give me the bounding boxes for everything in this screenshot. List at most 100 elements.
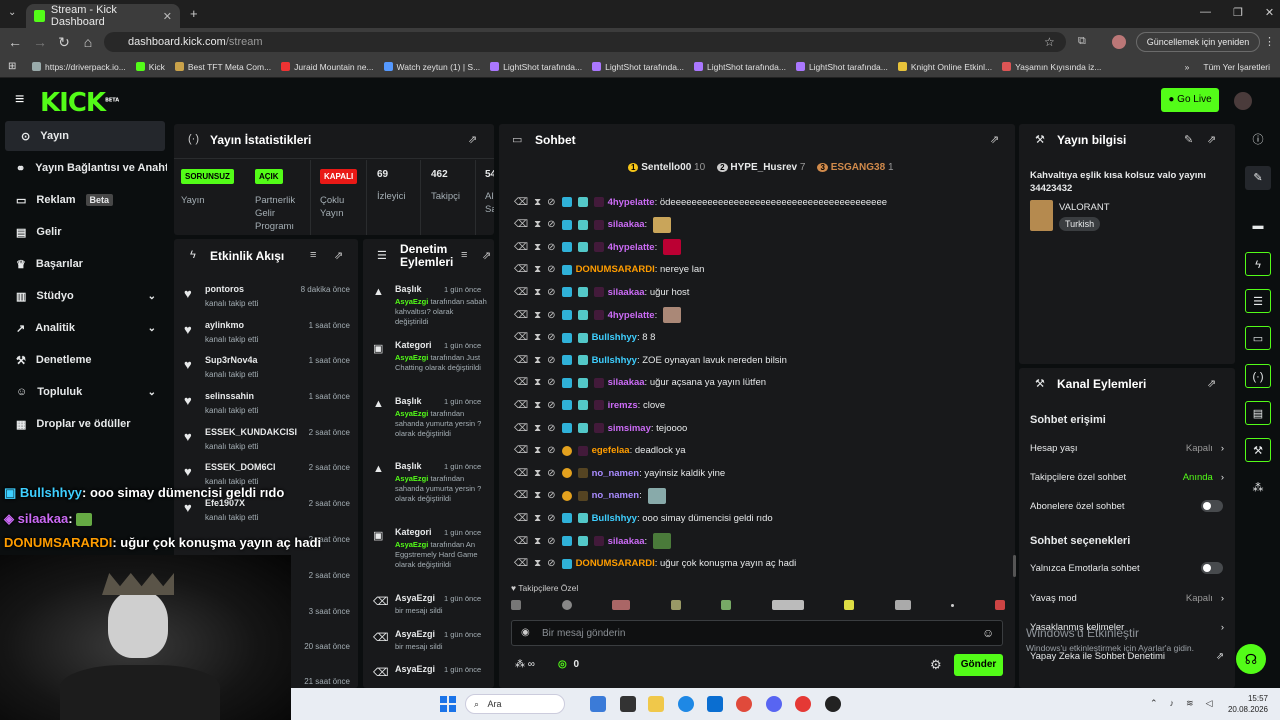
ban-icon[interactable]: ⊘ bbox=[547, 287, 555, 298]
delete-icon[interactable]: ⌫ bbox=[514, 355, 528, 366]
chat-username[interactable]: egefelaa bbox=[592, 445, 630, 456]
timeout-icon[interactable]: ⧗ bbox=[534, 355, 541, 366]
chat-username[interactable]: DONUMSARARDI bbox=[576, 264, 655, 275]
maximize-icon[interactable]: ❐ bbox=[1233, 6, 1243, 19]
taskbar-app-icon[interactable] bbox=[620, 696, 636, 712]
ban-icon[interactable]: ⊘ bbox=[547, 400, 555, 411]
delete-icon[interactable]: ⌫ bbox=[514, 310, 528, 321]
bookmark[interactable]: Watch zeytun (1) | S... bbox=[383, 62, 480, 72]
filter-icon[interactable]: ≡ bbox=[461, 249, 467, 261]
bookmark[interactable]: https://driverpack.io... bbox=[32, 62, 126, 72]
sidebar-item-drops[interactable]: ▦ Droplar ve ödüller bbox=[0, 409, 170, 439]
emoji-icon[interactable]: ☺ bbox=[982, 626, 994, 640]
timeout-icon[interactable]: ⧗ bbox=[534, 423, 541, 434]
ban-icon[interactable]: ⊘ bbox=[547, 242, 555, 253]
timeout-icon[interactable]: ⧗ bbox=[534, 310, 541, 321]
hamburger-menu-icon[interactable]: ≡ bbox=[15, 91, 24, 109]
emote-only-toggle[interactable] bbox=[1201, 562, 1223, 574]
profile-avatar[interactable] bbox=[1112, 35, 1126, 49]
sidebar-item-stream[interactable]: ⊙ Yayın bbox=[5, 121, 165, 151]
kick-logo[interactable]: KICKBETA bbox=[40, 88, 119, 118]
timeout-icon[interactable]: ⧗ bbox=[534, 242, 541, 253]
ban-icon[interactable]: ⊘ bbox=[547, 377, 555, 388]
home-icon[interactable]: ⌂ bbox=[79, 33, 97, 51]
list-icon[interactable]: ☰ bbox=[1245, 289, 1271, 313]
all-bookmarks[interactable]: Tüm Yer İşaretleri bbox=[1203, 62, 1270, 72]
emote[interactable] bbox=[894, 600, 911, 610]
moderation-user[interactable]: AsyaEzgi bbox=[395, 353, 428, 362]
emote[interactable] bbox=[994, 600, 1005, 610]
taskbar-app-icon[interactable] bbox=[590, 696, 606, 712]
slow-mode-row[interactable]: Yavaş mod Kapalı › bbox=[1030, 593, 1224, 604]
edge-icon[interactable] bbox=[678, 696, 694, 712]
extensions-icon[interactable]: ⧉ bbox=[1078, 35, 1086, 48]
reload-icon[interactable]: ↻ bbox=[55, 33, 73, 51]
chat-input[interactable]: ◉ Bir mesaj gönderin ☺ bbox=[511, 620, 1003, 646]
moderation-user[interactable]: AsyaEzgi bbox=[395, 409, 428, 418]
broadcast-icon[interactable]: (·) bbox=[1245, 364, 1271, 388]
sidebar-item-community[interactable]: ☺ Topluluk ⌄ bbox=[0, 377, 170, 407]
chat-username[interactable]: 4hypelatte bbox=[608, 242, 655, 253]
ban-icon[interactable]: ⊘ bbox=[547, 219, 555, 230]
moderation-user[interactable]: AsyaEzgi bbox=[395, 540, 428, 549]
chat-username[interactable]: no_namen bbox=[592, 468, 640, 479]
timeout-icon[interactable]: ⧗ bbox=[534, 490, 541, 501]
emote[interactable] bbox=[561, 600, 572, 610]
back-icon[interactable]: ← bbox=[6, 33, 24, 51]
sidebar-item-ads[interactable]: ▭ Reklam Beta bbox=[0, 185, 170, 215]
ban-icon[interactable]: ⊘ bbox=[547, 558, 555, 569]
card-icon[interactable]: ▬ bbox=[1245, 214, 1271, 238]
account-age-row[interactable]: Hesap yaşı Kapalı › bbox=[1030, 443, 1224, 454]
stats-icon[interactable]: ▤ bbox=[1245, 401, 1271, 425]
sidebar-item-stream-key[interactable]: ⚭Yayın Bağlantısı ve Anahtarı bbox=[0, 153, 170, 183]
info-icon[interactable]: ⓘ bbox=[1245, 128, 1271, 152]
popout-icon[interactable]: ⇗ bbox=[1207, 377, 1216, 390]
tab-menu-icon[interactable]: ⌄ bbox=[8, 7, 16, 18]
ban-icon[interactable]: ⊘ bbox=[547, 310, 555, 321]
popout-icon[interactable]: ⇗ bbox=[482, 249, 491, 262]
sidebar-item-achievements[interactable]: ♛ Başarılar bbox=[0, 249, 170, 279]
minimize-icon[interactable]: — bbox=[1200, 6, 1211, 19]
chat-username[interactable]: Bullshhyy bbox=[592, 355, 637, 366]
channel-points[interactable]: ◎ 0 bbox=[558, 659, 579, 670]
discord-icon[interactable] bbox=[766, 696, 782, 712]
folder-icon[interactable] bbox=[648, 696, 664, 712]
tab-close-icon[interactable]: ✕ bbox=[163, 10, 172, 23]
chat-username[interactable]: no_namen bbox=[592, 490, 640, 501]
timeout-icon[interactable]: ⧗ bbox=[534, 377, 541, 388]
bookmark-star-icon[interactable]: ☆ bbox=[1044, 35, 1055, 49]
new-tab-icon[interactable]: + bbox=[190, 6, 198, 21]
delete-icon[interactable]: ⌫ bbox=[514, 536, 528, 547]
chat-username[interactable]: silaakaa bbox=[608, 287, 645, 298]
delete-icon[interactable]: ⌫ bbox=[514, 445, 528, 456]
apps-icon[interactable]: ⊞ bbox=[8, 61, 16, 72]
activity-user[interactable]: Sup3rNov4a bbox=[205, 355, 258, 365]
bookmark[interactable]: LightShot tarafında... bbox=[490, 62, 582, 72]
support-icon[interactable]: ☊ bbox=[1236, 644, 1266, 674]
delete-icon[interactable]: ⌫ bbox=[514, 513, 528, 524]
clock[interactable]: 15:57 20.08.2026 bbox=[1222, 693, 1268, 715]
wrench-icon[interactable]: ⚒ bbox=[1245, 438, 1271, 462]
emote[interactable] bbox=[612, 600, 631, 610]
popout-icon[interactable]: ⇗ bbox=[990, 133, 999, 146]
moderation-user[interactable]: AsyaEzgi bbox=[395, 474, 428, 483]
sidebar-item-studio[interactable]: ▥ Stüdyo ⌄ bbox=[0, 281, 170, 311]
subs-only-toggle[interactable] bbox=[1201, 500, 1223, 512]
sidebar-item-moderation[interactable]: ⚒ Denetleme bbox=[0, 345, 170, 375]
timeout-icon[interactable]: ⧗ bbox=[534, 332, 541, 343]
timeout-icon[interactable]: ⧗ bbox=[534, 513, 541, 524]
chat-username[interactable]: 4hypelatte bbox=[608, 310, 655, 321]
chat-username[interactable]: Bullshhyy bbox=[592, 513, 637, 524]
emote[interactable] bbox=[844, 600, 855, 610]
activity-user[interactable]: aylinkmo bbox=[205, 320, 244, 330]
ban-icon[interactable]: ⊘ bbox=[547, 332, 555, 343]
browser-menu-icon[interactable]: ⋮ bbox=[1264, 35, 1275, 48]
ban-icon[interactable]: ⊘ bbox=[547, 355, 555, 366]
forward-icon[interactable]: → bbox=[31, 33, 49, 51]
delete-icon[interactable]: ⌫ bbox=[514, 377, 528, 388]
send-button[interactable]: Gönder bbox=[954, 654, 1003, 676]
chat-username[interactable]: silaakaa bbox=[608, 219, 645, 230]
apps-icon[interactable]: ⁂ bbox=[1245, 476, 1271, 500]
timeout-icon[interactable]: ⧗ bbox=[534, 400, 541, 411]
delete-icon[interactable]: ⌫ bbox=[514, 332, 528, 343]
